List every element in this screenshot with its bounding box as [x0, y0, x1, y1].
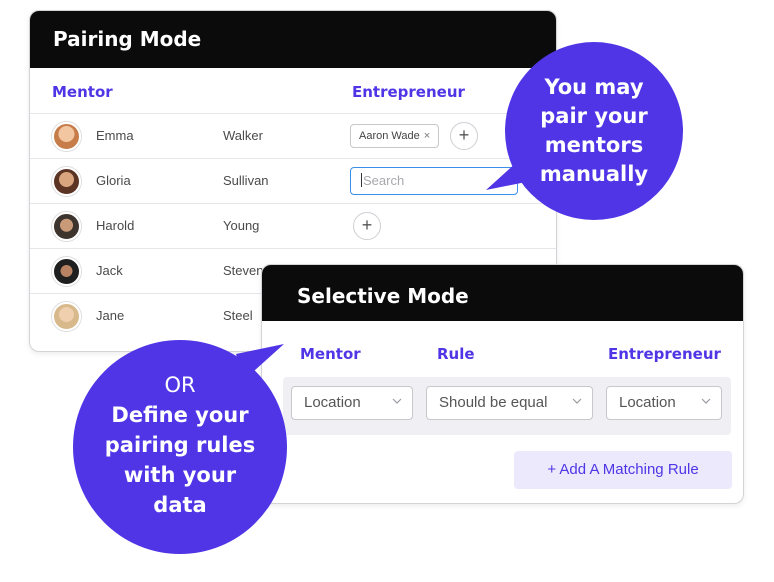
selective-mode-title: Selective Mode	[262, 265, 743, 321]
rule-value: Should be equal	[439, 394, 548, 411]
callout-or: OR	[164, 373, 196, 397]
callout-line: mentors	[544, 133, 644, 157]
mentor-first-name: Jack	[96, 263, 123, 278]
mentor-first-name: Gloria	[96, 173, 131, 188]
add-matching-rule-button[interactable]: + Add A Matching Rule	[514, 451, 732, 489]
selective-mode-card: Selective Mode Mentor Rule Entrepreneur …	[261, 264, 744, 504]
manual-pairing-callout: You may pair your mentors manually	[505, 42, 683, 220]
matching-rule-row: Location Should be equal Location	[283, 377, 731, 435]
chevron-down-icon	[392, 398, 402, 404]
mentor-first-name: Harold	[96, 218, 135, 233]
avatar	[52, 122, 81, 151]
mentor-last-name: Steel	[223, 308, 253, 323]
chevron-down-icon	[701, 398, 711, 404]
callout-line: manually	[539, 162, 649, 186]
avatar	[52, 302, 81, 331]
rule-select[interactable]: Should be equal	[426, 386, 593, 420]
entrepreneur-field-value: Location	[619, 394, 676, 411]
mentor-first-name: Emma	[96, 128, 134, 143]
entrepreneur-tag-label: Aaron Wade	[359, 130, 420, 142]
mentor-last-name: Steven	[223, 263, 264, 278]
entrepreneur-rule-header: Entrepreneur	[608, 345, 721, 363]
close-icon[interactable]: ×	[424, 130, 430, 142]
avatar	[52, 167, 81, 196]
pairing-rules-callout: OR Define your pairing rules with your d…	[73, 340, 287, 554]
mentor-rule-header: Mentor	[300, 345, 361, 363]
entrepreneur-tag[interactable]: Aaron Wade ×	[350, 124, 440, 148]
callout-line: data	[153, 493, 207, 517]
mentor-first-name: Jane	[96, 308, 125, 323]
entrepreneur-field-select[interactable]: Location	[606, 386, 722, 420]
avatar	[52, 212, 81, 241]
callout-line: Define your	[111, 403, 249, 427]
entrepreneur-column-header: Entrepreneur	[352, 83, 465, 101]
avatar	[52, 257, 81, 286]
chevron-down-icon	[572, 398, 582, 404]
callout-line: You may	[544, 75, 644, 99]
mentor-last-name: Sullivan	[223, 173, 269, 188]
rule-header: Rule	[437, 345, 475, 363]
mentor-row: Harold Young +	[30, 203, 556, 248]
callout-line: with your	[123, 463, 237, 487]
mentor-field-select[interactable]: Location	[291, 386, 413, 420]
add-entrepreneur-button[interactable]: +	[353, 212, 381, 240]
search-placeholder: Search	[363, 173, 405, 188]
callout-line: pair your	[540, 104, 648, 128]
add-entrepreneur-button[interactable]: +	[450, 122, 478, 150]
mentor-last-name: Young	[223, 218, 260, 233]
callout-line: pairing rules	[104, 433, 256, 457]
mentor-column-header: Mentor	[52, 83, 113, 101]
mentor-last-name: Walker	[223, 128, 263, 143]
mentor-field-value: Location	[304, 394, 361, 411]
pairing-mode-title: Pairing Mode	[30, 11, 556, 68]
